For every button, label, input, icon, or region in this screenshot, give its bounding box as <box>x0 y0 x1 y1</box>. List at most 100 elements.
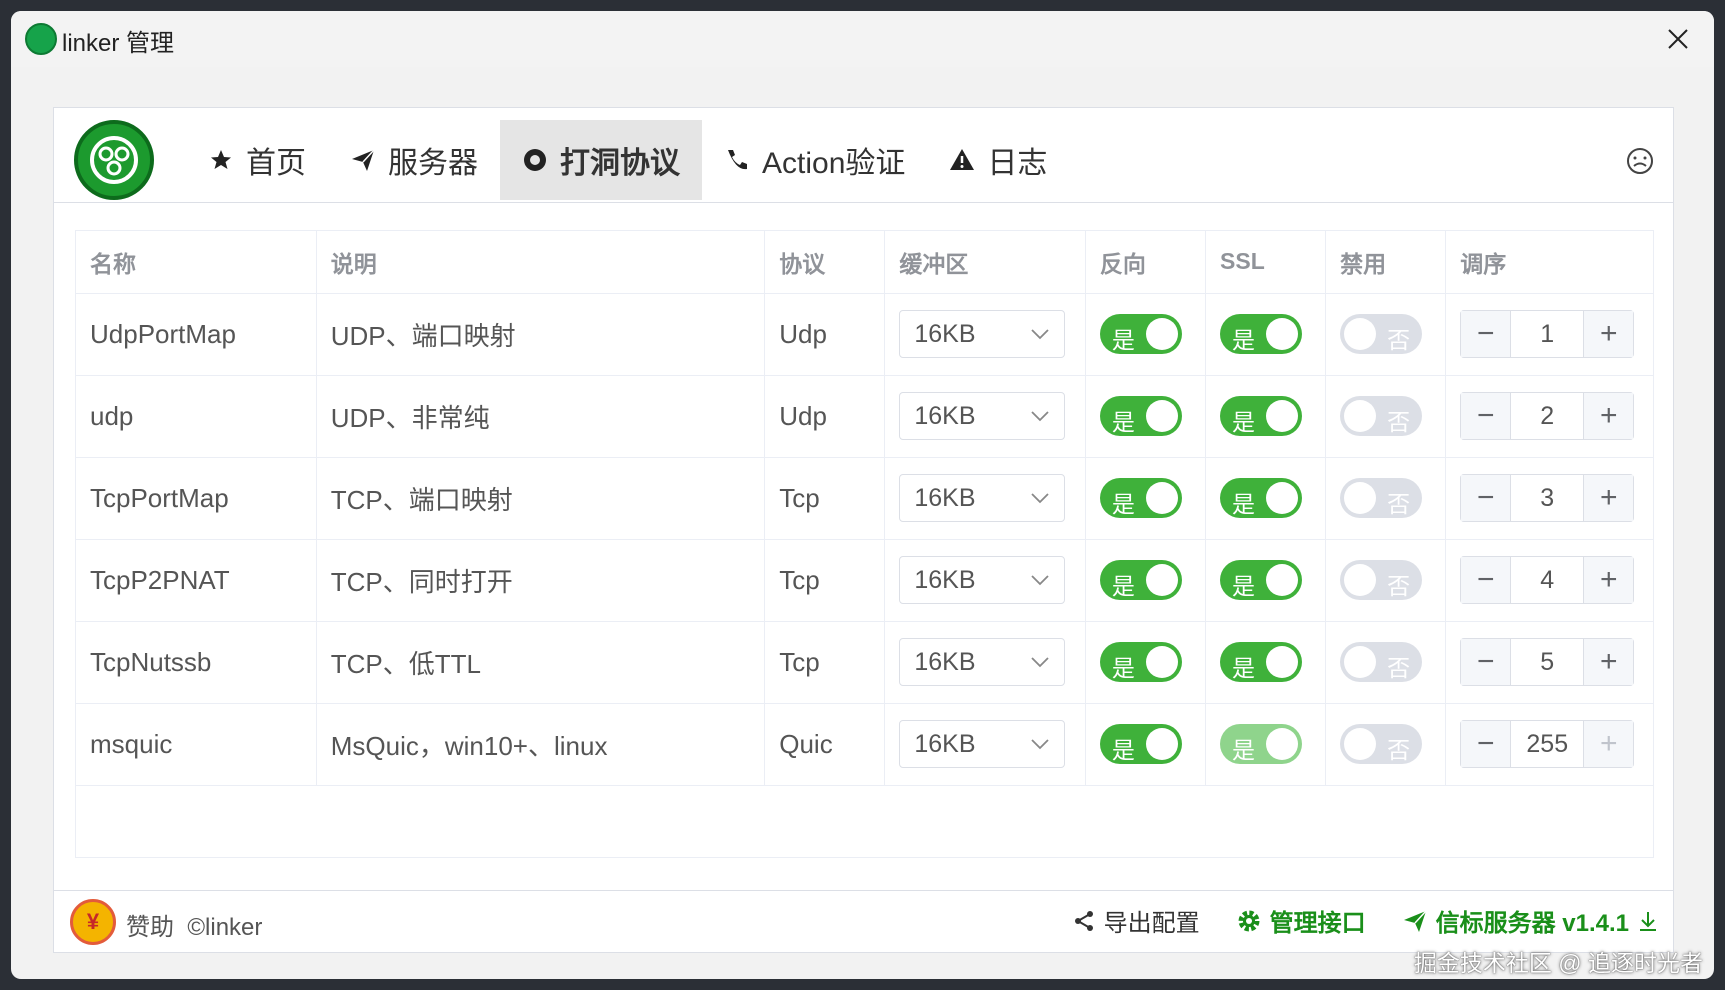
disable-switch[interactable]: 否 <box>1340 724 1423 764</box>
col-header-order: 调序 <box>1445 231 1653 294</box>
order-value[interactable]: 1 <box>1511 311 1583 357</box>
reverse-switch[interactable]: 是 <box>1099 560 1182 600</box>
switch-label: 是 <box>1111 491 1135 517</box>
disable-switch[interactable]: 否 <box>1340 396 1423 436</box>
cell-protocol: Tcp <box>764 621 886 704</box>
app-logo-icon <box>25 23 57 55</box>
chevron-down-icon <box>1031 657 1049 668</box>
order-value[interactable]: 3 <box>1511 475 1583 521</box>
buffer-select[interactable]: 16KB <box>899 556 1066 604</box>
ssl-switch[interactable]: 是 <box>1220 396 1303 436</box>
reverse-switch[interactable]: 是 <box>1099 478 1182 518</box>
switch-knob <box>1145 728 1178 760</box>
cell-disabled: 否 <box>1325 539 1447 622</box>
cell-protocol: Udp <box>764 293 886 376</box>
buffer-value: 16KB <box>914 565 976 594</box>
cell-buffer: 16KB <box>884 375 1086 458</box>
send-icon <box>350 147 376 173</box>
ssl-switch[interactable]: 是 <box>1220 478 1303 518</box>
reverse-switch[interactable]: 是 <box>1099 642 1182 682</box>
cell-order: − 2 + <box>1445 375 1653 458</box>
buffer-select[interactable]: 16KB <box>899 720 1066 768</box>
increment-button[interactable]: + <box>1583 393 1634 439</box>
order-stepper: − 2 + <box>1460 392 1635 440</box>
order-stepper: − 4 + <box>1460 556 1635 604</box>
manage-api-button[interactable]: 管理接口 <box>1236 903 1366 938</box>
export-config-button[interactable]: 导出配置 <box>1072 903 1200 938</box>
switch-knob <box>1266 646 1299 678</box>
buffer-select[interactable]: 16KB <box>899 392 1066 440</box>
disable-switch[interactable]: 否 <box>1340 642 1423 682</box>
table-row: udp UDP、非常纯 Udp 16KB 是 是 否 − 2 + <box>76 375 1653 458</box>
cell-buffer: 16KB <box>884 703 1086 786</box>
increment-button[interactable]: + <box>1583 311 1634 357</box>
order-value[interactable]: 2 <box>1511 393 1583 439</box>
disable-switch[interactable]: 否 <box>1340 314 1423 354</box>
decrement-button[interactable]: − <box>1461 721 1512 767</box>
order-value[interactable]: 4 <box>1511 557 1583 603</box>
nav-servers[interactable]: 服务器 <box>328 120 500 200</box>
buffer-select[interactable]: 16KB <box>899 474 1066 522</box>
download-icon[interactable] <box>1637 910 1659 932</box>
reverse-switch[interactable]: 是 <box>1099 724 1182 764</box>
cell-order: − 255 + <box>1445 703 1653 786</box>
order-value[interactable]: 255 <box>1511 721 1583 767</box>
nav-home[interactable]: 首页 <box>186 120 328 200</box>
increment-button[interactable]: + <box>1583 557 1634 603</box>
disable-switch[interactable]: 否 <box>1340 560 1423 600</box>
cell-buffer: 16KB <box>884 539 1086 622</box>
reverse-switch[interactable]: 是 <box>1099 314 1182 354</box>
sponsor-coin-icon[interactable]: ¥ <box>70 899 116 945</box>
switch-knob <box>1344 482 1377 514</box>
beacon-server-button[interactable]: 信标服务器 v1.4.1 <box>1402 903 1659 938</box>
switch-label: 是 <box>1232 409 1256 435</box>
cell-disabled: 否 <box>1325 703 1447 786</box>
share-icon <box>1074 910 1093 931</box>
switch-knob <box>1145 318 1178 350</box>
order-stepper: − 5 + <box>1460 638 1635 686</box>
switch-label: 是 <box>1232 655 1256 681</box>
switch-label: 否 <box>1387 573 1411 599</box>
increment-button[interactable]: + <box>1583 475 1634 521</box>
disable-switch[interactable]: 否 <box>1340 478 1423 518</box>
theme-toggle-icon[interactable] <box>1625 146 1655 176</box>
decrement-button[interactable]: − <box>1461 311 1512 357</box>
close-button[interactable] <box>1660 21 1696 57</box>
switch-knob <box>1344 318 1377 350</box>
nav-action[interactable]: Action验证 <box>702 120 927 200</box>
cell-ssl: 是 <box>1205 539 1327 622</box>
decrement-button[interactable]: − <box>1461 393 1512 439</box>
table-row: TcpP2PNAT TCP、同时打开 Tcp 16KB 是 是 否 − 4 + <box>76 539 1653 622</box>
cell-buffer: 16KB <box>884 621 1086 704</box>
buffer-value: 16KB <box>914 401 976 430</box>
buffer-value: 16KB <box>914 729 976 758</box>
col-header-disabled: 禁用 <box>1325 231 1447 294</box>
cell-order: − 4 + <box>1445 539 1653 622</box>
decrement-button[interactable]: − <box>1461 557 1512 603</box>
nav-logs[interactable]: 日志 <box>927 120 1069 200</box>
ssl-switch[interactable]: 是 <box>1220 560 1303 600</box>
ssl-switch[interactable]: 是 <box>1220 642 1303 682</box>
decrement-button[interactable]: − <box>1461 639 1512 685</box>
decrement-button[interactable]: − <box>1461 475 1512 521</box>
buffer-value: 16KB <box>914 319 976 348</box>
switch-label: 是 <box>1111 327 1135 353</box>
chevron-down-icon <box>1031 329 1049 340</box>
cell-desc: UDP、端口映射 <box>316 293 766 376</box>
nav-hole-punch[interactable]: 打洞协议 <box>500 120 702 200</box>
order-value[interactable]: 5 <box>1511 639 1583 685</box>
increment-button[interactable]: + <box>1583 639 1634 685</box>
main-panel: 首页 服务器 打洞协议 Action验证 日志 名称 说明 协议 缓冲区 反向 … <box>53 107 1674 953</box>
switch-knob <box>1145 646 1178 678</box>
cell-buffer: 16KB <box>884 457 1086 540</box>
buffer-select[interactable]: 16KB <box>899 310 1066 358</box>
cell-name: UdpPortMap <box>76 293 317 376</box>
ssl-switch[interactable]: 是 <box>1220 314 1303 354</box>
sponsor-link[interactable]: 赞助 <box>126 914 174 941</box>
cell-protocol: Quic <box>764 703 886 786</box>
reverse-switch[interactable]: 是 <box>1099 396 1182 436</box>
buffer-select[interactable]: 16KB <box>899 638 1066 686</box>
cell-ssl: 是 <box>1205 703 1327 786</box>
copyright: ©linker <box>187 914 263 941</box>
sponsor-text: 赞助 ©linker <box>126 907 262 942</box>
